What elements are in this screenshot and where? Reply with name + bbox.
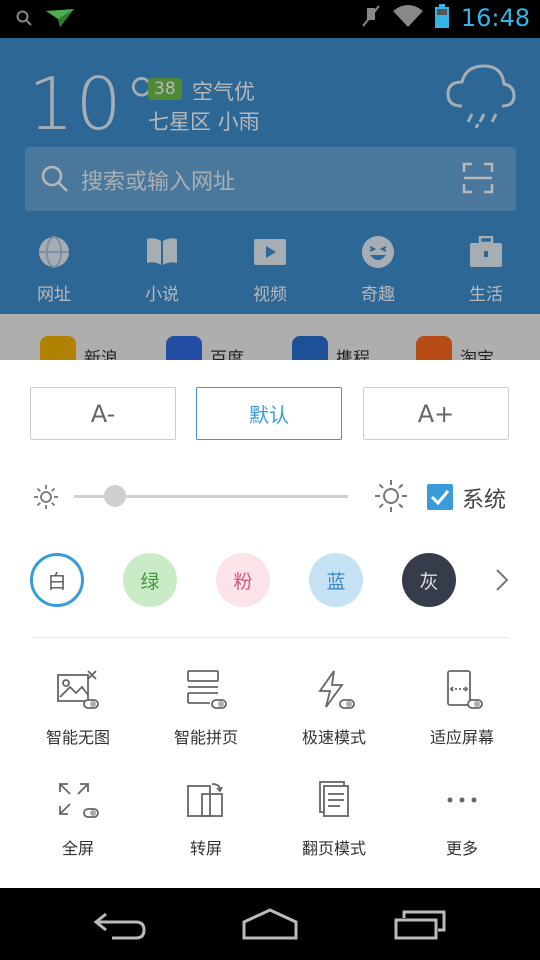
- fit-screen-icon: [395, 666, 529, 712]
- theme-gray[interactable]: 灰: [402, 553, 456, 607]
- theme-label: 蓝: [326, 570, 346, 593]
- tool-page-merge[interactable]: 智能拼页: [139, 666, 273, 748]
- theme-green[interactable]: 绿: [123, 553, 177, 607]
- theme-pink[interactable]: 粉: [216, 553, 270, 607]
- page-merge-icon: [139, 666, 273, 712]
- divider: [32, 637, 508, 638]
- brightness-high-icon: [374, 479, 408, 517]
- brightness-slider-thumb[interactable]: [104, 485, 127, 507]
- font-decrease-button[interactable]: A-: [30, 387, 176, 440]
- tool-label: 翻页模式: [301, 839, 366, 858]
- tool-more[interactable]: 更多: [395, 777, 529, 859]
- recents-icon[interactable]: [394, 908, 450, 944]
- tool-page-turn[interactable]: 翻页模式: [267, 777, 401, 859]
- no-image-icon: [11, 666, 145, 712]
- tool-speed-mode[interactable]: 极速模式: [267, 666, 401, 748]
- tool-label: 极速模式: [301, 728, 366, 747]
- tool-label: 全屏: [61, 839, 94, 858]
- fullscreen-icon: [11, 777, 145, 823]
- checkmark-icon: [430, 490, 450, 506]
- more-icon: [395, 777, 529, 823]
- dim-overlay[interactable]: [0, 38, 540, 360]
- rotate-screen-icon: [139, 777, 273, 823]
- tool-fit-screen[interactable]: 适应屏幕: [395, 666, 529, 748]
- theme-row: 白 绿 粉 蓝 灰: [0, 553, 540, 609]
- back-icon[interactable]: [92, 908, 148, 944]
- brightness-low-icon: [33, 484, 59, 514]
- wifi-icon: [392, 5, 423, 31]
- clock: 16:48: [460, 4, 530, 32]
- theme-label: 灰: [419, 570, 439, 593]
- lightning-icon: [267, 666, 401, 712]
- brightness-row: 系统: [0, 472, 540, 522]
- system-nav-bar: [0, 888, 540, 960]
- tool-rotate-screen[interactable]: 转屏: [139, 777, 273, 859]
- theme-blue[interactable]: 蓝: [309, 553, 363, 607]
- mute-icon: [361, 4, 381, 32]
- tool-label: 转屏: [189, 839, 222, 858]
- page-turn-icon: [267, 777, 401, 823]
- tool-label: 适应屏幕: [429, 728, 494, 747]
- theme-label: 粉: [233, 570, 253, 593]
- tool-label: 智能拼页: [173, 728, 238, 747]
- search-icon: [16, 10, 32, 30]
- display-settings-panel: A- 默认 A+ 系统 白 绿 粉 蓝 灰 智能无图 智能拼页 极速模式 适应屏…: [0, 360, 540, 888]
- battery-icon: [434, 4, 449, 32]
- status-bar: 16:48: [0, 0, 540, 38]
- tool-no-image[interactable]: 智能无图: [11, 666, 145, 748]
- chevron-right-icon[interactable]: [494, 567, 510, 597]
- system-brightness-checkbox[interactable]: [427, 484, 453, 510]
- theme-label: 绿: [140, 570, 160, 593]
- tool-fullscreen[interactable]: 全屏: [11, 777, 145, 859]
- tool-label: 智能无图: [45, 728, 110, 747]
- theme-label: 白: [47, 570, 67, 593]
- tool-label: 更多: [445, 839, 478, 858]
- font-increase-button[interactable]: A+: [363, 387, 509, 440]
- home-icon[interactable]: [242, 908, 298, 944]
- airplane-notification-icon: [46, 9, 74, 31]
- font-default-button[interactable]: 默认: [196, 387, 342, 440]
- system-brightness-label: 系统: [462, 488, 507, 513]
- theme-white[interactable]: 白: [30, 553, 84, 607]
